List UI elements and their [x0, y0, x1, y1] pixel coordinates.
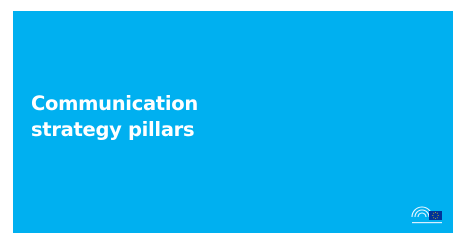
slide-title-line-1: Communication	[31, 92, 198, 115]
slide-title: Communication strategy pillars	[31, 91, 198, 143]
european-parliament-logo-icon	[411, 206, 442, 224]
slide-title-line-2: strategy pillars	[31, 118, 195, 141]
title-slide: Communication strategy pillars	[13, 11, 453, 233]
